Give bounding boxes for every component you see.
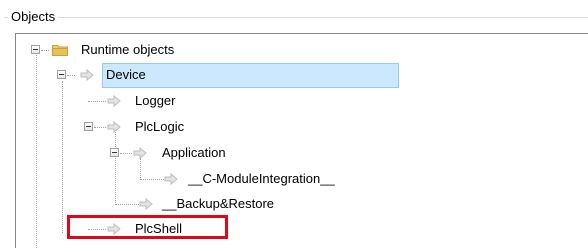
collapse-toggle[interactable]: [110, 148, 119, 157]
collapse-toggle[interactable]: [31, 45, 40, 54]
arrow-icon: [164, 173, 178, 185]
collapse-toggle[interactable]: [57, 70, 66, 79]
tree-connector: [41, 50, 49, 51]
tree-item-label: Application: [162, 145, 226, 160]
objects-panel: Objects Runtime objects Device Logger Pl…: [0, 0, 588, 248]
tree-connector: [62, 81, 63, 233]
collapse-toggle[interactable]: [84, 122, 93, 131]
tree-item-label: PlcLogic: [135, 119, 185, 134]
tree-connector: [36, 52, 37, 248]
tree-connector: [140, 158, 141, 180]
tree-connector: [67, 75, 75, 76]
tree-item-label: __Backup&Restore: [162, 196, 275, 211]
arrow-icon: [107, 121, 121, 133]
arrow-icon: [107, 95, 121, 107]
folder-icon: [52, 45, 68, 56]
group-box-frame: [4, 17, 588, 18]
tree-item-label: Device: [102, 63, 399, 88]
arrow-icon: [80, 69, 94, 81]
tree-item-label: Runtime objects: [81, 42, 175, 57]
tree-item-label: Logger: [135, 93, 176, 108]
group-title: Objects: [8, 9, 59, 25]
tree-connector: [115, 132, 116, 205]
tree-connector: [120, 153, 132, 154]
tree-connector: [94, 127, 106, 128]
tree-connector: [88, 101, 106, 102]
arrow-icon: [133, 147, 147, 159]
tree-connector: [115, 204, 139, 205]
arrow-icon: [139, 198, 153, 210]
tree-item-label: __C-ModuleIntegration__: [188, 171, 335, 186]
tree-connector: [140, 179, 164, 180]
highlight-box: [67, 215, 228, 239]
